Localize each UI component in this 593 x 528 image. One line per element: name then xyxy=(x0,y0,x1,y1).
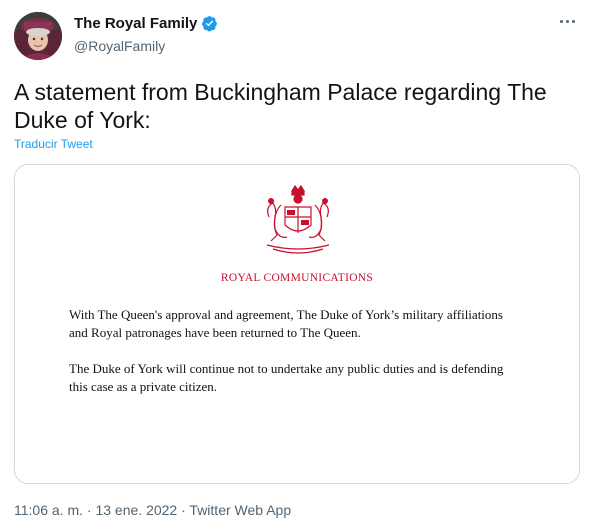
tweet-date[interactable]: 13 ene. 2022 xyxy=(95,502,177,518)
meta-separator: · xyxy=(177,502,190,518)
avatar-image xyxy=(14,12,62,60)
statement-paragraph: The Duke of York will continue not to un… xyxy=(69,361,504,394)
tweet-text: A statement from Buckingham Palace regar… xyxy=(14,79,547,133)
tweet-time[interactable]: 11:06 a. m. xyxy=(14,502,83,518)
statement-image[interactable]: ROYAL COMMUNICATIONS With The Queen's ap… xyxy=(14,164,580,484)
more-options-icon[interactable] xyxy=(555,12,579,30)
translate-tweet-link[interactable]: Traducir Tweet xyxy=(14,137,93,151)
meta-separator: · xyxy=(83,502,96,518)
author-handle[interactable]: @RoyalFamily xyxy=(74,38,165,54)
statement-paragraph: With The Queen's approval and agreement,… xyxy=(69,307,503,340)
document-heading: ROYAL COMMUNICATIONS xyxy=(220,272,374,284)
royal-coat-of-arms-icon xyxy=(266,184,330,254)
author-name[interactable]: The Royal Family xyxy=(74,15,197,32)
avatar[interactable] xyxy=(14,12,62,60)
verified-badge-icon xyxy=(202,16,218,32)
tweet-metadata: 11:06 a. m. · 13 ene. 2022 · Twitter Web… xyxy=(14,502,291,518)
tweet-source-app[interactable]: Twitter Web App xyxy=(189,502,291,518)
